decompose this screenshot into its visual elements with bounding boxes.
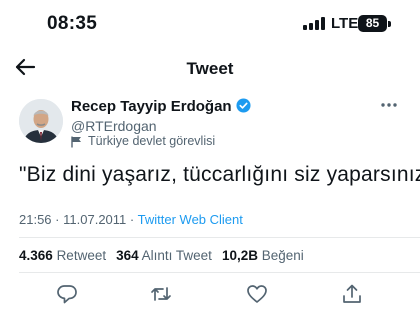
signal-icon <box>303 17 325 30</box>
author-name[interactable]: Recep Tayyip Erdoğan <box>71 98 232 115</box>
retweets-label: Retweet <box>56 248 107 263</box>
verified-badge-icon <box>236 98 251 113</box>
tweet-text: "Biz dini yaşarız, tüccarlığını siz yapa… <box>19 163 420 186</box>
retweet-button[interactable] <box>150 283 172 305</box>
likes-count: 10,2B <box>221 248 258 263</box>
quotes-label: Alıntı Tweet <box>141 248 212 263</box>
retweets-stat[interactable]: 4.366 Retweet <box>19 248 106 263</box>
like-icon <box>247 285 267 303</box>
divider <box>19 272 420 273</box>
reply-icon <box>57 285 77 304</box>
avatar[interactable] <box>19 99 63 143</box>
retweet-icon <box>151 287 171 301</box>
tweet-actions <box>0 283 420 307</box>
quotes-count: 364 <box>116 248 139 263</box>
tweet-meta: 21:56 · 11.07.2011 · Twitter Web Client <box>19 212 243 227</box>
likes-stat[interactable]: 10,2B Beğeni <box>222 248 304 263</box>
tweet-date: 11.07.2011 <box>63 212 127 227</box>
battery-nub <box>388 21 391 27</box>
more-options-icon[interactable] <box>380 102 398 108</box>
meta-separator: · <box>129 212 135 227</box>
tweet-source-link[interactable]: Twitter Web Client <box>138 212 243 227</box>
divider <box>19 237 420 238</box>
reply-button[interactable] <box>56 283 78 305</box>
battery-icon: 85 <box>358 15 387 32</box>
status-bar: 08:35 LTE 85 <box>0 0 420 46</box>
author-handle[interactable]: @RTErdogan <box>71 118 157 134</box>
tweet-stats: 4.366 Retweet 364 Alıntı Tweet 10,2B Beğen… <box>19 248 304 263</box>
flag-icon <box>71 136 81 148</box>
nav-bar: Tweet <box>0 46 420 90</box>
likes-label: Beğeni <box>261 248 304 263</box>
retweets-count: 4.366 <box>19 248 53 263</box>
quotes-stat[interactable]: 364 Alıntı Tweet <box>116 248 212 263</box>
status-time: 08:35 <box>47 13 98 34</box>
meta-separator: · <box>55 212 60 227</box>
page-title: Tweet <box>186 59 234 78</box>
tweet-author: Recep Tayyip Erdoğan @RTErdogan Türkiye … <box>0 94 420 150</box>
network-type: LTE <box>331 15 359 32</box>
label-text: Türkiye devlet görevlisi <box>88 134 216 148</box>
share-icon <box>343 284 361 303</box>
share-button[interactable] <box>341 283 363 305</box>
like-button[interactable] <box>246 283 268 305</box>
tweet-time: 21:56 <box>19 212 52 227</box>
